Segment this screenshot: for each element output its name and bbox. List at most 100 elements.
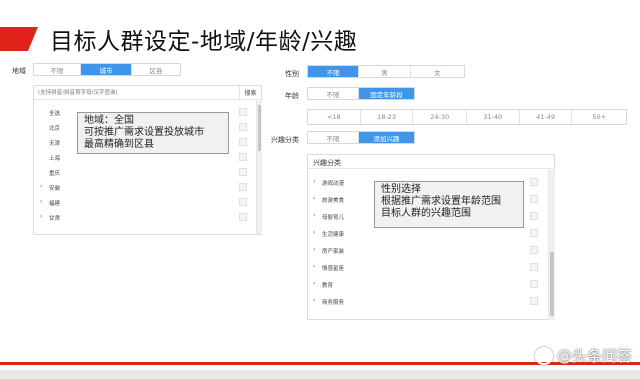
city-row[interactable]: › 福建: [34, 195, 259, 210]
interest-checkbox[interactable]: [530, 297, 538, 305]
city-checkbox[interactable]: [239, 123, 247, 131]
interest-category-row[interactable]: › 房产家装: [308, 242, 546, 259]
interest-checkbox[interactable]: [530, 280, 538, 288]
city-checkbox[interactable]: [239, 108, 247, 116]
interest-category-name: 教育: [322, 283, 334, 289]
chevron-right-icon[interactable]: ›: [313, 229, 315, 236]
age-range-option[interactable]: <18: [308, 110, 361, 124]
interest-note-line: 目标人群的兴趣范围: [381, 208, 471, 219]
interest-list-scroll-thumb[interactable]: [550, 252, 554, 316]
city-name: 上海: [49, 156, 61, 162]
age-range-option[interactable]: 50+: [572, 110, 626, 124]
gender-segmented-control: 不限 男 女: [307, 65, 465, 78]
interest-checkbox[interactable]: [530, 212, 538, 220]
age-range-option[interactable]: 41-49: [520, 110, 573, 124]
interest-label: 兴趣分类: [271, 136, 299, 144]
city-checkbox[interactable]: [239, 153, 247, 161]
interest-checkbox[interactable]: [530, 263, 538, 271]
interest-mode-control: 不限 添加兴趣: [307, 131, 415, 144]
interest-callout-note: 性别选择 根据推广需求设置年龄范围 目标人群的兴趣范围: [374, 181, 524, 228]
city-checkbox[interactable]: [239, 138, 247, 146]
city-name: 重庆: [49, 171, 61, 177]
age-range-selector: <18 18-23 24-30 31-40 41-49 50+: [307, 109, 627, 125]
chevron-right-icon[interactable]: ›: [313, 280, 315, 287]
interest-category-name: 旅游美食: [322, 198, 345, 204]
age-mode-control: 不限 固定年龄段: [307, 87, 415, 100]
slide: 目标人群设定-地域/年龄/兴趣 地域 不限 城市 区县 搜索 全选北京天津上海重…: [0, 0, 640, 370]
age-label: 年龄: [285, 92, 299, 100]
interest-option-unlimited[interactable]: 不限: [308, 132, 360, 143]
city-name: 安徽: [49, 186, 61, 192]
interest-category-row[interactable]: › 情感星座: [308, 259, 546, 276]
city-checkbox[interactable]: [239, 213, 247, 221]
interest-checkbox[interactable]: [530, 178, 538, 186]
interest-category-name: 游戏动漫: [322, 181, 345, 187]
interest-category-name: 商务服务: [322, 300, 345, 306]
city-search-input[interactable]: [34, 86, 239, 99]
city-checkbox[interactable]: [239, 183, 247, 191]
city-search-button[interactable]: 搜索: [239, 86, 261, 99]
chevron-right-icon[interactable]: ›: [313, 178, 315, 185]
city-list-scroll-thumb[interactable]: [258, 105, 261, 151]
chevron-right-icon[interactable]: ›: [40, 198, 42, 205]
region-option-city[interactable]: 城市: [81, 64, 132, 75]
chevron-right-icon[interactable]: ›: [313, 297, 315, 304]
city-checkbox[interactable]: [239, 168, 247, 176]
region-note-line: 地域：全国: [84, 115, 134, 126]
interest-category-row[interactable]: › 商务服务: [308, 293, 546, 310]
city-checkbox[interactable]: [239, 198, 247, 206]
gender-option-male[interactable]: 男: [359, 66, 411, 77]
interest-list-scrollbar[interactable]: [548, 170, 555, 320]
interest-checkbox[interactable]: [530, 229, 538, 237]
region-option-county[interactable]: 区县: [132, 64, 180, 75]
gender-option-female[interactable]: 女: [411, 66, 464, 77]
interest-checkbox[interactable]: [530, 195, 538, 203]
city-name: 甘肃: [49, 216, 61, 222]
chevron-right-icon[interactable]: ›: [40, 213, 42, 220]
region-note-line: 可按推广需求设置投放城市: [84, 127, 204, 138]
age-range-option[interactable]: 24-30: [413, 110, 467, 124]
title-accent-bar: [0, 27, 38, 51]
interest-category-name: 情感星座: [322, 266, 345, 272]
city-name: 北京: [49, 126, 61, 132]
city-list-scrollbar[interactable]: [256, 101, 262, 234]
region-callout-note: 地域：全国 可按推广需求设置投放城市 最高精确到区县: [77, 112, 229, 154]
chevron-right-icon[interactable]: ›: [40, 183, 42, 190]
watermark-text: @头条问答: [556, 347, 632, 365]
watermark-logo-icon: [534, 346, 553, 365]
watermark: @头条问答: [534, 345, 632, 366]
interest-category-panel: 兴趣分类 › 游戏动漫 › 旅游美食 › 母婴育儿 › 生活健康 › 房产家装 › 情感星座 › 教育 › 商…: [307, 154, 555, 320]
age-option-unlimited[interactable]: 不限: [308, 88, 360, 99]
interest-category-row[interactable]: › 教育: [308, 276, 546, 293]
age-range-option[interactable]: 18-23: [361, 110, 414, 124]
region-option-unlimited[interactable]: 不限: [34, 64, 81, 75]
region-note-line: 最高精确到区县: [84, 139, 154, 150]
interest-note-line: 性别选择: [381, 184, 421, 195]
interest-panel-title: 兴趣分类: [308, 155, 554, 169]
city-name: 天津: [49, 141, 61, 147]
interest-note-line: 根据推广需求设置年龄范围: [381, 196, 501, 207]
city-name: 福建: [49, 201, 61, 207]
gender-option-unlimited[interactable]: 不限: [308, 66, 360, 77]
interest-checkbox[interactable]: [530, 246, 538, 254]
region-label: 地域: [12, 67, 26, 75]
slide-title: 目标人群设定-地域/年龄/兴趣: [50, 29, 358, 55]
city-row[interactable]: › 安徽: [34, 180, 259, 195]
gender-label: 性别: [285, 70, 299, 78]
interest-category-name: 母婴育儿: [322, 215, 345, 221]
interest-category-name: 生活健康: [322, 232, 345, 238]
age-option-fixed-range[interactable]: 固定年龄段: [359, 88, 414, 99]
chevron-right-icon[interactable]: ›: [313, 263, 315, 270]
chevron-right-icon[interactable]: ›: [313, 195, 315, 202]
city-selector-panel: 搜索 全选北京天津上海重庆 › 安徽 › 福建 › 甘肃: [33, 85, 262, 235]
interest-option-add[interactable]: 添加兴趣: [359, 132, 414, 143]
city-row[interactable]: 重庆: [34, 165, 259, 180]
city-search-row: 搜索: [34, 86, 261, 100]
interest-category-name: 房产家装: [322, 249, 345, 255]
age-range-option[interactable]: 31-40: [467, 110, 520, 124]
city-row[interactable]: › 甘肃: [34, 210, 259, 225]
chevron-right-icon[interactable]: ›: [313, 246, 315, 253]
chevron-right-icon[interactable]: ›: [313, 212, 315, 219]
region-segmented-control: 不限 城市 区县: [33, 63, 181, 76]
city-name: 全选: [49, 111, 61, 117]
